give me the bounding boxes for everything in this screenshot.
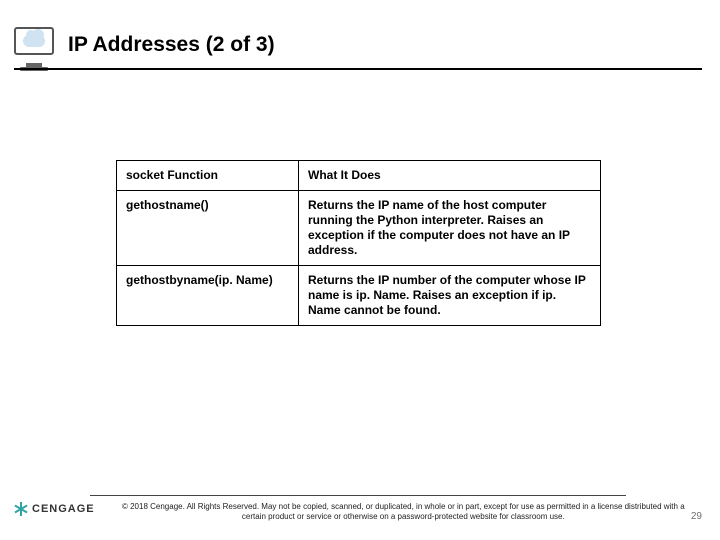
cell-description: Returns the IP name of the host computer… xyxy=(299,191,601,266)
col-header-description: What It Does xyxy=(299,161,601,191)
cloud-monitor-icon xyxy=(14,27,58,63)
table-header-row: socket Function What It Does xyxy=(117,161,601,191)
brand-text: CENGAGE xyxy=(32,503,95,515)
brand-logo: CENGAGE xyxy=(14,502,95,516)
table-row: gethostname() Returns the IP name of the… xyxy=(117,191,601,266)
col-header-function: socket Function xyxy=(117,161,299,191)
cell-function: gethostbyname(ip. Name) xyxy=(117,266,299,326)
slide-header: IP Addresses (2 of 3) xyxy=(14,22,706,68)
page-number: 29 xyxy=(691,511,702,522)
socket-functions-table: socket Function What It Does gethostname… xyxy=(116,160,600,326)
slide-footer: CENGAGE © 2018 Cengage. All Rights Reser… xyxy=(14,495,702,522)
slide: IP Addresses (2 of 3) socket Function Wh… xyxy=(0,0,720,540)
cell-description: Returns the IP number of the computer wh… xyxy=(299,266,601,326)
cell-function: gethostname() xyxy=(117,191,299,266)
copyright-text: © 2018 Cengage. All Rights Reserved. May… xyxy=(105,502,702,522)
footer-divider xyxy=(90,495,627,496)
page-title: IP Addresses (2 of 3) xyxy=(68,33,275,57)
table-row: gethostbyname(ip. Name) Returns the IP n… xyxy=(117,266,601,326)
header-divider xyxy=(14,68,702,70)
snowflake-icon xyxy=(14,502,28,516)
